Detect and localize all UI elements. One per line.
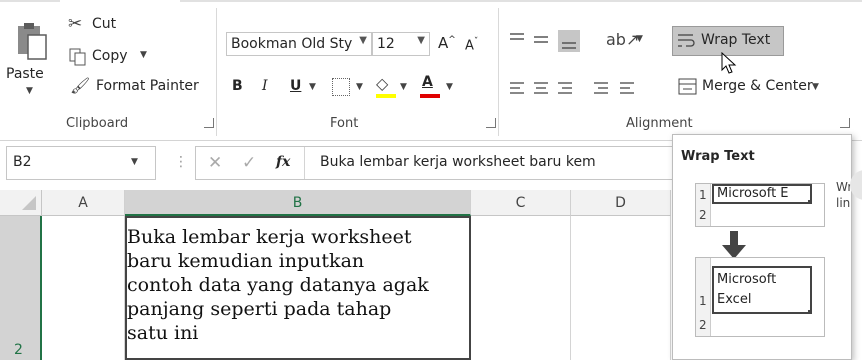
orientation-icon[interactable]: ab↗ [606, 30, 639, 49]
grow-font-button[interactable]: A^ [438, 34, 456, 52]
chevron-down-icon: ▼ [131, 157, 138, 167]
merge-center-button[interactable]: Merge & Center ▼ [678, 74, 828, 100]
format-painter-label: Format Painter [96, 78, 199, 94]
copy-label: Copy [92, 48, 128, 64]
row-header-2[interactable]: 2 [0, 216, 42, 360]
row-number: 2 [14, 342, 23, 358]
shrink-font-icon: A [465, 38, 474, 54]
more-icon: ⋮ [174, 154, 188, 170]
font-color-icon: A [422, 74, 433, 90]
font-group-label: Font [330, 116, 359, 131]
tooltip-after-grid: 1 2 Microsoft Excel [695, 257, 825, 337]
merge-center-label: Merge & Center [702, 78, 813, 94]
copy-button[interactable]: Copy ▼ [68, 46, 168, 70]
cell-a2[interactable] [42, 216, 125, 360]
tooltip-title: Wrap Text [681, 149, 755, 164]
select-all-corner[interactable] [0, 190, 42, 216]
column-header-b[interactable]: B [125, 190, 471, 216]
tooltip-before-cell: Microsoft E [712, 184, 812, 204]
paint-bucket-icon: ◇ [376, 74, 389, 93]
font-size-select[interactable]: 12 ▼ [372, 32, 430, 56]
format-painter-button[interactable]: 🖌 Format Painter [68, 76, 208, 100]
column-header-c[interactable]: C [471, 190, 571, 216]
italic-button[interactable]: I [262, 78, 268, 94]
cancel-icon[interactable]: ✕ [208, 153, 222, 173]
name-box-value: B2 [13, 154, 32, 170]
cell-d2[interactable] [571, 216, 671, 360]
shrink-font-button[interactable]: Aˇ [465, 37, 478, 53]
bold-button[interactable]: B [232, 78, 243, 94]
grow-font-icon: A [438, 34, 449, 52]
wrap-text-tooltip: Wrap Text 1 2 Microsoft E 1 2 Microsoft … [672, 134, 852, 360]
chevron-down-icon: ▼ [400, 82, 407, 92]
active-tab-gap [60, 0, 180, 2]
cell-c2[interactable] [471, 216, 571, 360]
chevron-down-icon: ▼ [446, 82, 453, 92]
fill-color-swatch [376, 94, 396, 98]
fill-handle [808, 310, 812, 314]
fill-handle [808, 200, 812, 204]
paste-label: Paste [6, 66, 44, 82]
chevron-down-icon[interactable]: ▼ [356, 82, 363, 92]
font-size-value: 12 [377, 36, 395, 52]
chevron-down-icon: ▼ [140, 50, 147, 60]
brush-icon: 🖌 [70, 76, 91, 95]
chevron-down-icon: ▼ [812, 82, 819, 92]
chevron-down-icon: ▼ [359, 35, 367, 46]
check-icon[interactable]: ✓ [242, 153, 256, 173]
chevron-down-icon[interactable]: ▼ [636, 34, 643, 44]
column-header-a[interactable]: A [42, 190, 125, 216]
tooltip-row-1: 1 [699, 188, 707, 202]
tooltip-after-cell: Microsoft Excel [712, 266, 812, 314]
font-name-select[interactable]: Bookman Old Sty ▼ [226, 32, 372, 56]
horizontal-align-icons[interactable] [508, 80, 658, 98]
name-box[interactable]: B2 ▼ [6, 146, 156, 180]
tooltip-row-2: 2 [699, 318, 707, 332]
tooltip-before-grid: 1 2 Microsoft E [695, 183, 825, 227]
underline-button[interactable]: U [290, 78, 301, 94]
font-color-button[interactable]: A ▼ [420, 74, 460, 100]
copy-icon [69, 48, 86, 66]
tooltip-side-text-2: lin [836, 196, 851, 210]
wrap-text-icon [678, 34, 695, 47]
cut-button[interactable]: ✂ Cut [68, 14, 158, 38]
cut-label: Cut [92, 16, 117, 32]
tooltip-after-line-2: Excel [717, 292, 752, 307]
wrap-text-label: Wrap Text [701, 32, 771, 48]
cell-b2[interactable]: Buka lembar kerja worksheet baru kemudia… [125, 216, 471, 360]
font-name-value: Bookman Old Sty [231, 36, 353, 52]
clipboard-group-label: Clipboard [66, 116, 129, 131]
alignment-group-label: Alignment [626, 116, 693, 131]
paste-icon [18, 23, 47, 60]
font-color-swatch [420, 94, 440, 98]
vertical-align-icons[interactable] [508, 30, 588, 52]
fill-color-button[interactable]: ◇ ▼ [376, 74, 410, 100]
merge-center-icon [678, 78, 697, 95]
formula-bar: ✕ ✓ fx Buka lembar kerja worksheet baru … [195, 146, 685, 180]
scissors-icon: ✂ [68, 14, 83, 34]
font-dialog-launcher-icon[interactable] [486, 118, 496, 128]
tooltip-before-text: Microsoft E [717, 186, 789, 201]
formula-input[interactable]: Buka lembar kerja worksheet baru kem [320, 154, 596, 170]
tooltip-after-line-1: Microsoft [717, 272, 777, 287]
tooltip-row-1: 1 [699, 294, 707, 308]
select-all-icon [22, 196, 36, 210]
alignment-dialog-launcher-icon[interactable] [840, 118, 850, 128]
chevron-down-icon[interactable]: ▼ [309, 82, 316, 92]
group-divider [216, 8, 217, 136]
mouse-cursor-icon [721, 52, 737, 74]
insert-function-button[interactable]: fx [276, 154, 290, 170]
group-divider [498, 8, 499, 136]
chevron-down-icon: ▼ [417, 35, 425, 46]
column-header-d[interactable]: D [571, 190, 671, 216]
chevron-down-icon: ▼ [26, 86, 33, 96]
tooltip-row-2: 2 [699, 208, 707, 222]
clipboard-dialog-launcher-icon[interactable] [204, 118, 214, 128]
paste-button[interactable]: Paste ▼ [6, 20, 54, 100]
borders-icon[interactable] [332, 78, 350, 96]
formula-divider [304, 147, 305, 179]
